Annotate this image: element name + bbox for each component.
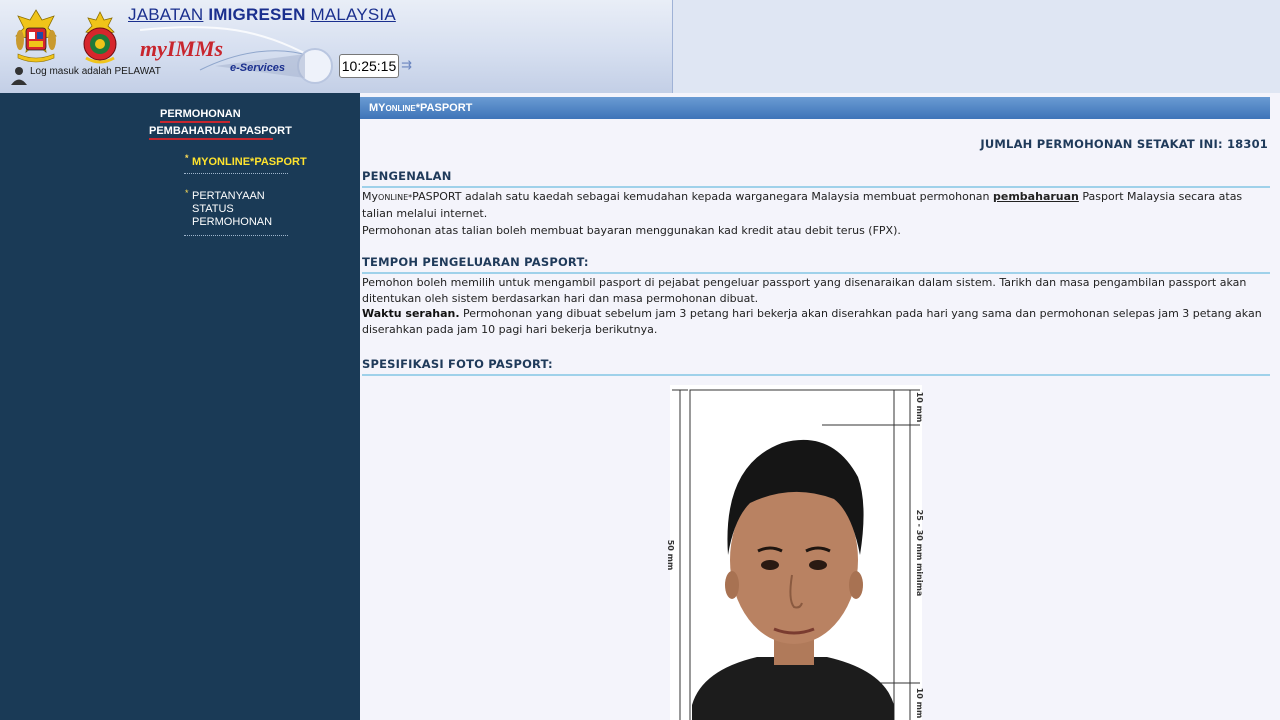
header-right-panel [673,0,1280,93]
section-title-spesifikasi-foto: SPESIFIKASI FOTO PASPORT: [362,357,1270,376]
sidebar-item-label-line: PERMOHONAN [192,216,273,228]
dim-label-height: 50 mm [666,540,675,571]
site-header: JABATAN IMIGRESEN MALAYSIA myIMMs e-Serv… [0,0,1280,93]
page-title-suffix: *PASPORT [415,102,473,114]
sidebar-heading-label: PEMBAHARUAN PASPORT [149,125,292,137]
pembaharuan-link[interactable]: pembaharuan [993,190,1079,203]
section-title-tempoh: TEMPOH PENGELUARAN PASPORT: [362,255,1270,274]
sidebar-item-label-line: PERTANYAAN [192,190,265,202]
heading-underline [149,138,273,140]
login-status-text: Log masuk adalah PELAWAT [30,66,161,77]
intro-prefix-online: ONLINE [378,193,409,202]
sidebar-heading-pembaharuan: PEMBAHARUAN PASPORT [149,125,292,140]
waktu-serahan-text: Permohonan yang dibuat sebelum jam 3 pet… [362,307,1262,336]
department-title: JABATAN IMIGRESEN MALAYSIA [128,5,396,25]
intro-prefix-my: My [362,190,379,203]
counter-label: JUMLAH PERMOHONAN SETAKAT INI: [980,137,1223,151]
immigration-department-badge-logo [83,11,117,64]
sidebar: PERMOHONAN PEMBAHARUAN PASPORT * MYONLIN… [0,93,357,720]
application-counter: JUMLAH PERMOHONAN SETAKAT INI: 18301 [980,137,1268,151]
waktu-serahan-paragraph: Waktu serahan. Permohonan yang dibuat se… [362,306,1270,337]
passport-photo-spec-diagram: 50 mm 10 mm 25 - 30 mm minima 10 mm [666,385,924,720]
page-title-small: ONLINE [385,104,416,113]
content-left-border [357,93,360,720]
dim-label-top: 10 mm [915,392,924,423]
department-title-prefix: JABATAN [128,5,204,24]
page-title-prefix: MY [369,102,386,114]
sidebar-item-label-line: STATUS [192,203,234,215]
heading-underline [160,121,230,123]
eservices-label: e-Services [230,62,286,74]
payment-paragraph: Permohonan atas talian boleh membuat bay… [362,224,901,237]
counter-value: 18301 [1226,137,1268,151]
clock-display: 10:25:15 [339,54,399,78]
arrow-right-icon: ⇉ [401,58,412,73]
sidebar-item-myonline-pasport[interactable]: * MYONLINE*PASPORT [184,153,307,174]
bullet-icon: * [185,188,189,198]
department-title-bold: IMIGRESEN [208,5,306,24]
dotted-divider [184,173,288,174]
department-title-suffix: MALAYSIA [310,5,396,24]
malaysia-coat-of-arms-logo [15,9,57,63]
dim-label-face: 25 - 30 mm minima [915,510,924,597]
intro-paragraph: MyONLINE*PASPORT adalah satu kaedah seba… [362,189,1270,221]
myimms-brand-logo: myIMMs [140,36,224,61]
sidebar-item-label: MYONLINE*PASPORT [192,156,307,168]
sidebar-heading-label: PERMOHONAN [160,108,241,120]
page-title-bar: MYONLINE*PASPORT [360,97,1270,119]
intro-text-pre: PASPORT adalah satu kaedah sebagai kemud… [412,190,994,203]
waktu-serahan-label: Waktu serahan. [362,307,460,320]
main-content: MYONLINE*PASPORT JUMLAH PERMOHONAN SETAK… [357,93,1280,720]
bullet-icon: * [185,153,189,163]
dim-label-bottom: 10 mm [915,688,924,719]
section-title-pengenalan: PENGENALAN [362,169,1270,188]
sidebar-item-pertanyaan-status[interactable]: * PERTANYAAN STATUS PERMOHONAN [184,188,288,236]
sidebar-heading-permohonan: PERMOHONAN [160,108,241,123]
tempoh-paragraph: Pemohon boleh memilih untuk mengambil pa… [362,276,1247,305]
user-icon [11,67,27,85]
dotted-divider [184,235,288,236]
